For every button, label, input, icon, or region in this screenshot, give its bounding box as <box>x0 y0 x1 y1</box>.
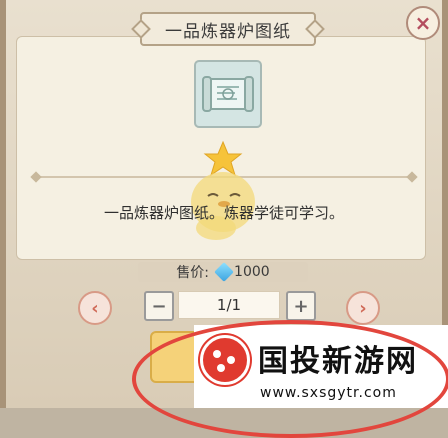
watermark-title: 国投新游网 <box>258 344 418 379</box>
divider <box>36 176 412 178</box>
item-description: 一品炼器炉图纸。炼器学徒可学习。 <box>103 204 344 222</box>
price-label: 售价: <box>176 265 210 281</box>
dialog-title: 一品炼器炉图纸 <box>140 12 316 46</box>
gem-icon <box>214 262 234 282</box>
scroll-icon <box>202 76 254 112</box>
item-slot[interactable] <box>194 60 262 128</box>
watermark-logo-icon <box>200 335 250 385</box>
watermark-dot <box>213 350 221 358</box>
price-bar: 售价: 1000 <box>138 262 308 282</box>
chevron-right-icon: › <box>359 297 367 319</box>
price-value: 1000 <box>234 264 270 280</box>
watermark-dot <box>227 356 235 364</box>
plus-icon: + <box>293 295 309 317</box>
next-arrow-button[interactable]: › <box>346 291 380 325</box>
watermark-dot <box>217 364 225 372</box>
prev-arrow-button[interactable]: ‹ <box>78 291 112 325</box>
close-icon: × <box>414 11 432 35</box>
watermark-url: www.sxsgytr.com <box>260 385 397 401</box>
minus-icon: − <box>151 295 167 317</box>
quantity-field[interactable]: 1/1 <box>178 291 280 319</box>
close-button[interactable]: × <box>406 6 440 40</box>
decrease-button[interactable]: − <box>144 291 174 321</box>
increase-button[interactable]: + <box>286 291 316 321</box>
quantity-row: ‹ − 1/1 + › <box>0 289 448 325</box>
chevron-left-icon: ‹ <box>91 297 99 319</box>
